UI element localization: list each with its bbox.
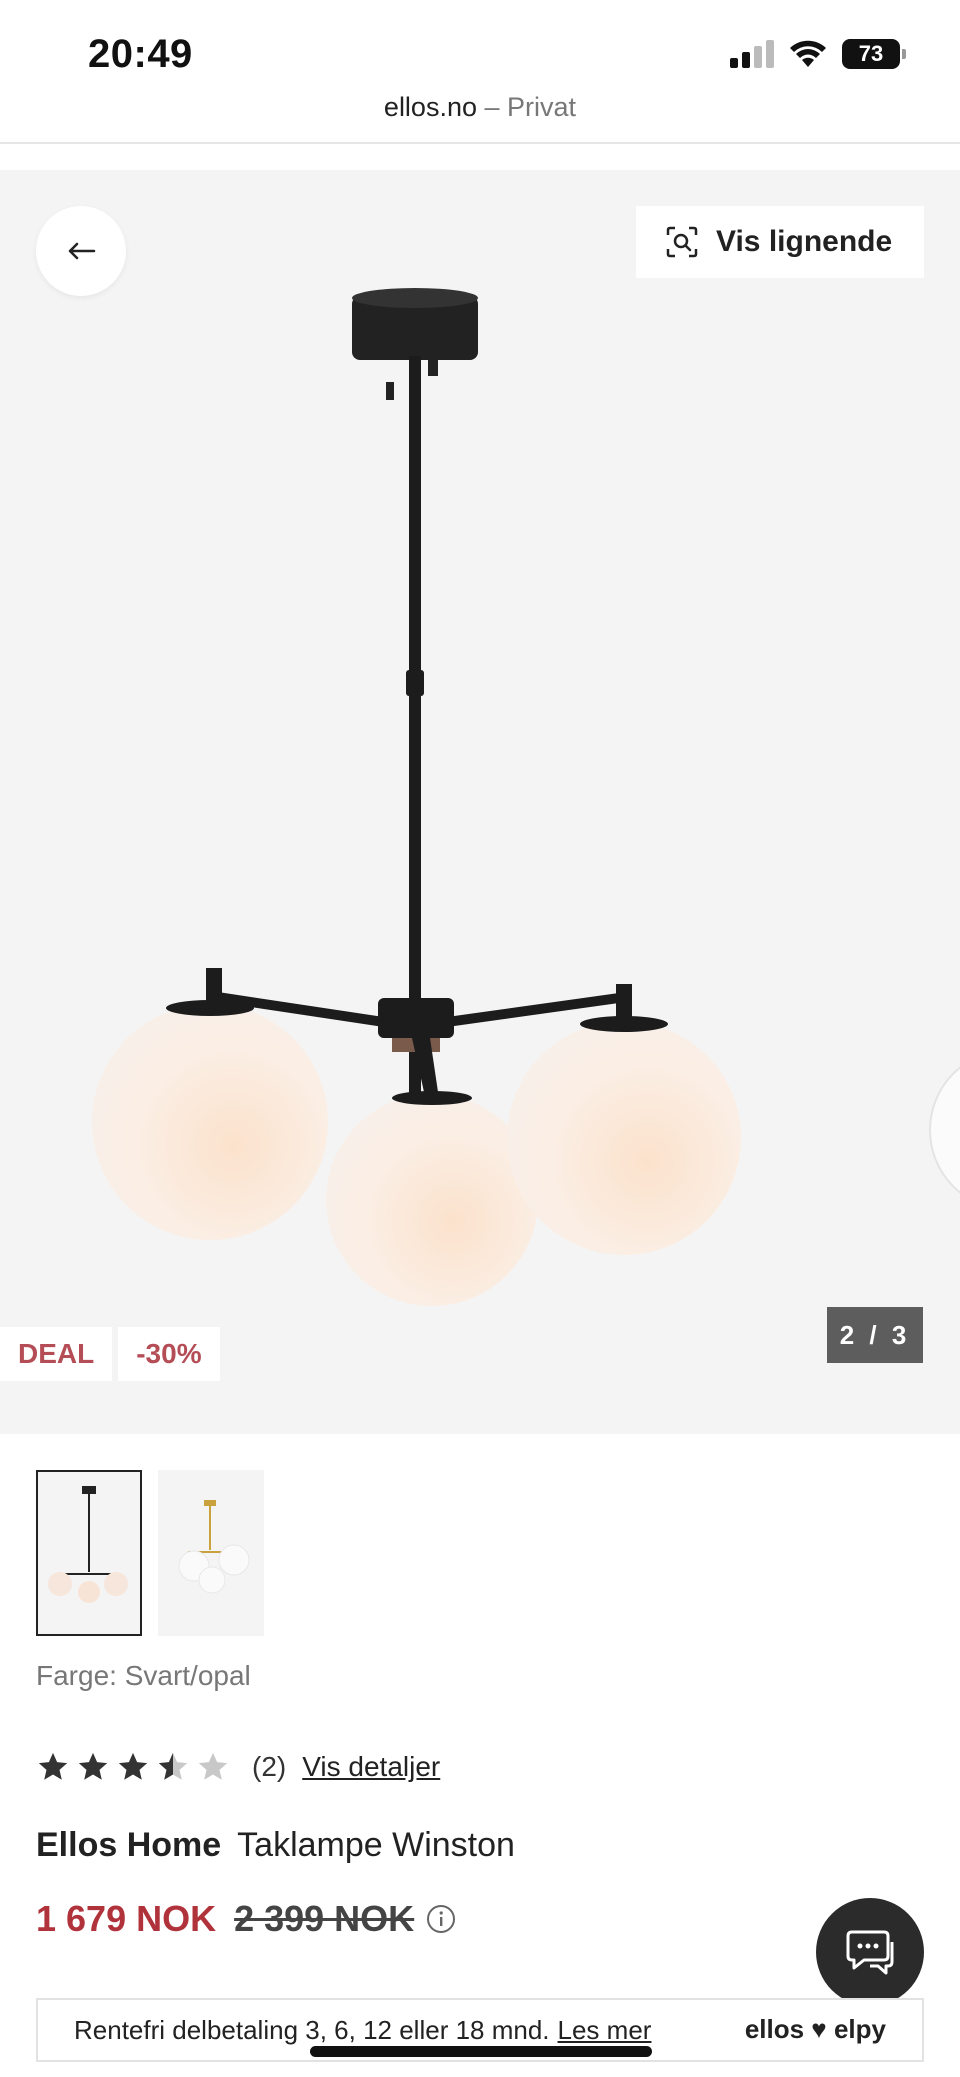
read-more-link[interactable]: Les mer (558, 2015, 652, 2046)
current-price: 1 679 NOK (36, 1898, 217, 1939)
color-label: Farge: Svart/opal (36, 1660, 251, 1691)
product-title: Ellos Home Taklampe Winston (36, 1826, 515, 1865)
image-pager: 2 / 3 (827, 1307, 923, 1363)
product-name: Taklampe Winston (237, 1826, 515, 1864)
status-bar: 20:49 73 (0, 0, 960, 90)
info-icon[interactable] (426, 1904, 456, 1934)
url-bar[interactable]: ellos.no – Privat (0, 92, 960, 123)
color-variant-thumbnails (36, 1470, 264, 1636)
signal-icon (730, 40, 774, 68)
url-divider (0, 142, 960, 144)
url-domain: ellos.no (383, 92, 477, 122)
review-count: (2) (252, 1751, 287, 1782)
chat-icon (846, 1930, 894, 1975)
view-details-link[interactable]: Vis detaljer (302, 1751, 440, 1783)
payment-partner-logo: ellos ♥ elpy (744, 2014, 886, 2044)
back-button[interactable] (36, 206, 126, 296)
product-brand[interactable]: Ellos Home (36, 1826, 221, 1864)
star-half-icon (158, 1752, 188, 1780)
thumbnail-image (48, 1486, 128, 1603)
variant-thumbnail-brass[interactable] (158, 1470, 264, 1636)
variant-thumbnail-black[interactable] (36, 1470, 142, 1636)
url-separator: – (477, 92, 508, 122)
deal-badge: DEAL (0, 1327, 113, 1381)
star-full-icon (78, 1752, 108, 1780)
home-indicator (310, 2046, 652, 2057)
private-mode-label: Privat (507, 92, 577, 122)
star-empty-icon (198, 1752, 228, 1780)
discount-badge: -30% (118, 1327, 220, 1381)
price-row: 1 679 NOK 2 399 NOK (36, 1898, 456, 1940)
rating-stars (36, 1750, 230, 1784)
arrow-left-icon (68, 242, 96, 260)
wifi-icon (790, 40, 826, 67)
installment-text: Rentefri delbetaling 3, 6, 12 eller 18 m… (74, 2014, 550, 2045)
battery-indicator: 73 (842, 39, 906, 69)
promo-badges: DEAL -30% (0, 1327, 220, 1381)
original-price: 2 399 NOK (234, 1898, 415, 1939)
product-image-carousel[interactable]: Vis lignende DEAL -30% 2 / 3 (0, 170, 960, 1434)
product-image (92, 288, 960, 1306)
show-similar-label: Vis lignende (716, 225, 893, 258)
star-full-icon (118, 1752, 148, 1780)
show-similar-button[interactable]: Vis lignende (636, 206, 924, 278)
visual-search-icon (666, 226, 698, 258)
status-time: 20:49 (88, 32, 193, 76)
status-icons: 73 (730, 38, 906, 70)
chat-button[interactable] (816, 1898, 924, 2006)
star-full-icon (38, 1752, 68, 1780)
rating-row: (2) Vis detaljer (36, 1750, 440, 1784)
thumbnail-image (178, 1500, 250, 1594)
